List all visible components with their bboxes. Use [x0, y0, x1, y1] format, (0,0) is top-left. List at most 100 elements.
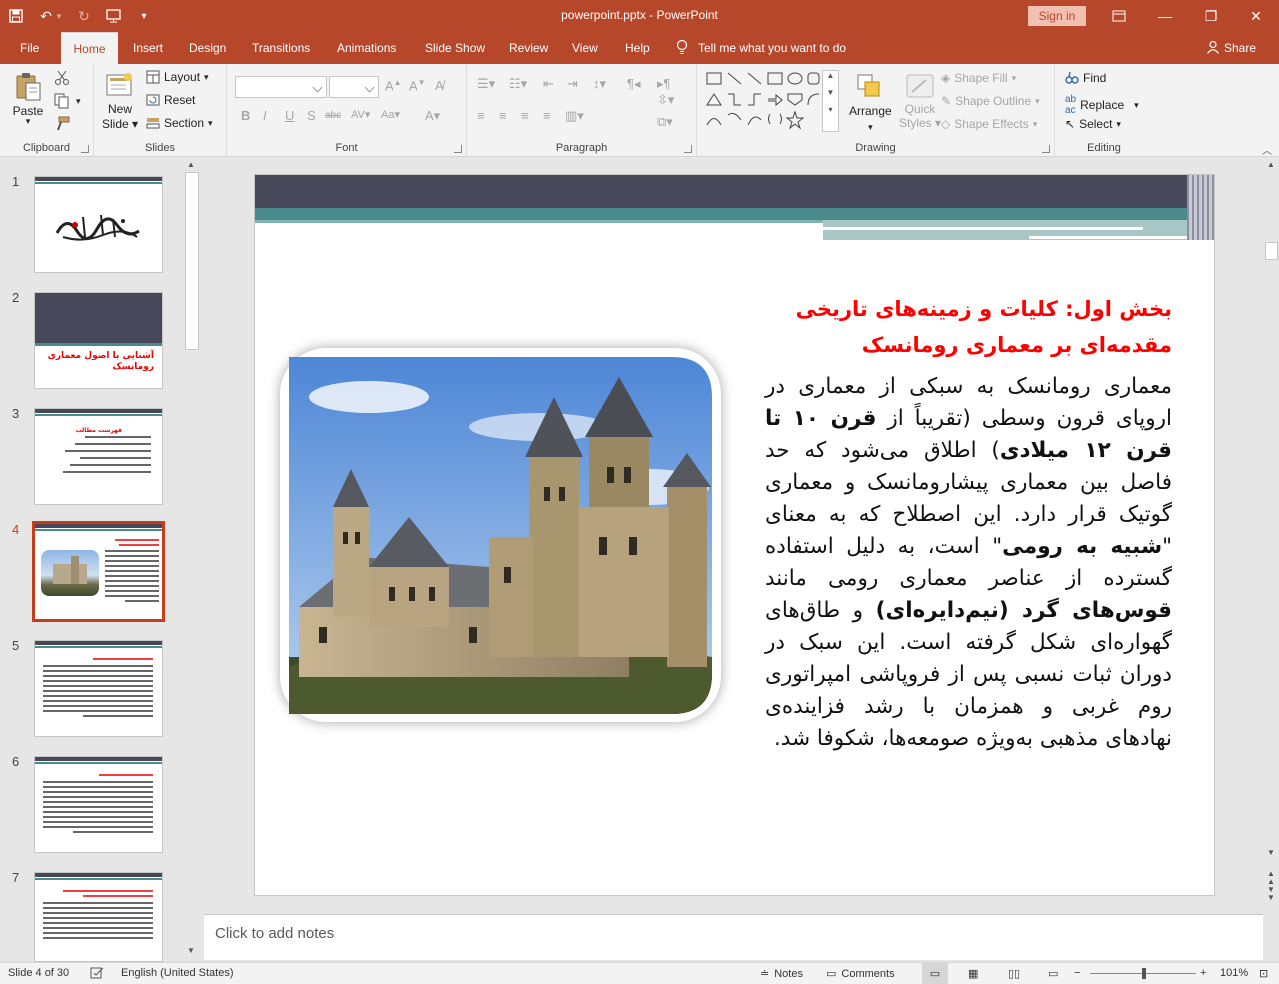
tab-insert[interactable]: Insert [125, 32, 171, 64]
line-spacing-icon[interactable]: ↕▾ [593, 76, 606, 92]
thumbnail-scroll-thumb[interactable] [185, 172, 199, 350]
strikethrough-icon[interactable]: abc [325, 110, 341, 121]
decrease-font-icon[interactable]: A▼ [409, 78, 426, 93]
slide-thumbnail-1[interactable] [34, 176, 163, 273]
thumbnail-scrollbar[interactable]: ▲ ▼ [184, 158, 200, 962]
layout-button[interactable]: Layout ▾ [146, 70, 209, 84]
tab-view[interactable]: View [564, 32, 606, 64]
zoom-out-icon[interactable]: − [1074, 967, 1080, 979]
scroll-up-icon[interactable]: ▲ [1267, 160, 1275, 169]
slide-sorter-icon[interactable]: ▦ [968, 967, 978, 980]
previous-slide-icon[interactable]: ▲ ▲ [1267, 870, 1275, 886]
sign-in-button[interactable]: Sign in [1028, 6, 1086, 26]
comments-button[interactable]: ▭ Comments [826, 967, 895, 981]
italic-icon[interactable]: I [263, 108, 267, 123]
tab-animations[interactable]: Animations [329, 32, 404, 64]
scroll-down-icon[interactable]: ▼ [1267, 848, 1275, 857]
tab-file[interactable]: File [12, 32, 47, 64]
format-painter-icon[interactable] [54, 116, 70, 132]
slide-thumbnail-2[interactable]: آشنایی با اصول معماری رومانسک [34, 292, 163, 389]
minimize-icon[interactable]: — [1142, 0, 1188, 32]
tab-design[interactable]: Design [181, 32, 234, 64]
align-text-icon[interactable]: ⇳▾ [657, 92, 674, 108]
slide-scroll-thumb[interactable] [1265, 242, 1278, 260]
change-case-icon[interactable]: Aa▾ [381, 108, 400, 121]
font-size-combo[interactable] [329, 76, 379, 98]
tab-home[interactable]: Home [61, 32, 118, 65]
font-color-icon[interactable]: A▾ [425, 108, 440, 124]
next-slide-icon[interactable]: ▼ ▼ [1267, 886, 1275, 902]
scroll-up-icon[interactable]: ▲ [187, 160, 195, 169]
normal-view-icon[interactable]: ▭ [922, 963, 948, 984]
close-icon[interactable]: ✕ [1233, 0, 1279, 32]
slide-thumbnail-7[interactable] [34, 872, 163, 962]
align-right-icon[interactable]: ≡ [521, 108, 529, 123]
slide-heading-1[interactable]: بخش اول: کلیات و زمینه‌های تاریخی [755, 297, 1172, 321]
numbering-icon[interactable]: ☷▾ [509, 76, 527, 92]
church-photo[interactable] [289, 357, 712, 714]
columns-icon[interactable]: ▥▾ [565, 108, 584, 124]
restore-icon[interactable]: ❐ [1188, 0, 1234, 32]
ribbon-display-icon[interactable] [1096, 0, 1142, 32]
slide-thumbnail-4[interactable] [32, 521, 165, 622]
slide-canvas[interactable]: بخش اول: کلیات و زمینه‌های تاریخی مقدمه‌… [254, 174, 1215, 896]
copy-icon[interactable]: ▾ [54, 93, 81, 109]
shape-effects-button[interactable]: ◇ Shape Effects ▾ [941, 117, 1037, 131]
slide-thumbnail-6[interactable] [34, 756, 163, 853]
shapes-gallery[interactable] [704, 70, 820, 132]
smartart-icon[interactable]: ⧉▾ [657, 114, 673, 130]
arrange-button[interactable]: Arrange ▾ [849, 72, 892, 134]
align-center-icon[interactable]: ≡ [499, 108, 507, 123]
notes-button[interactable]: ≐ Notes [760, 967, 803, 981]
slide-thumbnail-5[interactable] [34, 640, 163, 737]
clear-formatting-icon[interactable]: A̸ [435, 78, 444, 93]
reading-view-icon[interactable]: ▯▯ [1008, 967, 1020, 980]
justify-icon[interactable]: ≡ [543, 108, 551, 123]
language-status[interactable]: English (United States) [121, 967, 234, 979]
slide-show-icon[interactable]: ▭ [1048, 967, 1058, 980]
fit-to-window-icon[interactable]: ⊡ [1259, 967, 1268, 980]
tab-transitions[interactable]: Transitions [244, 32, 318, 64]
increase-indent-icon[interactable]: ⇥ [567, 76, 578, 92]
font-launcher-icon[interactable] [454, 145, 462, 153]
clipboard-launcher-icon[interactable] [81, 145, 89, 153]
font-name-combo[interactable] [235, 76, 327, 98]
text-direction-rtl-icon[interactable]: ¶◂ [627, 76, 641, 92]
decrease-indent-icon[interactable]: ⇤ [543, 76, 554, 92]
zoom-level[interactable]: 101% [1220, 967, 1248, 979]
section-button[interactable]: Section ▾ [146, 116, 213, 130]
increase-font-icon[interactable]: A▲ [385, 78, 402, 93]
drawing-launcher-icon[interactable] [1042, 145, 1050, 153]
bullets-icon[interactable]: ☰▾ [477, 76, 495, 92]
new-slide-button[interactable]: New Slide ▾ [102, 70, 138, 132]
paste-button[interactable]: Paste ▾ [12, 70, 44, 127]
text-direction-ltr-icon[interactable]: ▸¶ [657, 76, 671, 92]
paragraph-launcher-icon[interactable] [684, 145, 692, 153]
shadow-icon[interactable]: S [307, 108, 316, 123]
zoom-slider-handle[interactable] [1142, 968, 1146, 979]
tab-slide-show[interactable]: Slide Show [417, 32, 493, 64]
tab-review[interactable]: Review [501, 32, 556, 64]
slide-scrollbar[interactable]: ▲ ▼ ▲ ▲ ▼ ▼ [1263, 158, 1279, 962]
scroll-down-icon[interactable]: ▼ [187, 946, 195, 955]
slide-body-text[interactable]: معماری رومانسک به سبکی از معماری در اروپ… [765, 371, 1172, 755]
character-spacing-icon[interactable]: AV▾ [351, 108, 370, 121]
cut-icon[interactable] [54, 70, 70, 86]
shape-fill-button[interactable]: ◈ Shape Fill ▾ [941, 71, 1016, 85]
reset-button[interactable]: Reset [146, 93, 195, 107]
find-button[interactable]: Find [1065, 71, 1106, 85]
align-left-icon[interactable]: ≡ [477, 108, 485, 123]
slide-thumbnail-3[interactable]: فهرست مطالب [34, 408, 163, 505]
slide-heading-2[interactable]: مقدمه‌ای بر معماری رومانسک [735, 333, 1172, 357]
quick-styles-button[interactable]: Quick Styles ▾ [899, 72, 941, 130]
tab-help[interactable]: Help [617, 32, 658, 64]
select-button[interactable]: ↖ Select ▾ [1065, 117, 1121, 131]
underline-icon[interactable]: U [285, 108, 294, 123]
spelling-icon[interactable] [90, 967, 104, 979]
collapse-ribbon-icon[interactable]: ︿ [1262, 142, 1272, 157]
replace-button[interactable]: ab ac Replace ▾ [1065, 94, 1139, 116]
shapes-gallery-scroll[interactable]: ▲ ▼ ▾ [822, 70, 839, 132]
bold-icon[interactable]: B [241, 108, 250, 123]
notes-pane[interactable]: Click to add notes [204, 914, 1264, 960]
share-button[interactable]: Share [1206, 32, 1256, 64]
